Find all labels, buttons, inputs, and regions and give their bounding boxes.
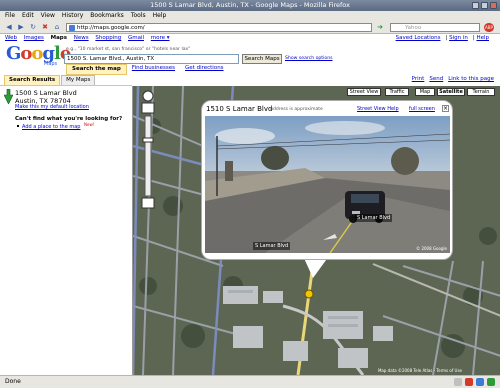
menu-tools[interactable]: Tools [131, 11, 146, 21]
google-top-bar: Web Images Maps News Shopping Gmail more… [0, 34, 500, 43]
link-help[interactable]: Help [476, 35, 489, 41]
map-type-satellite-button[interactable]: Satellite [437, 88, 465, 96]
reload-icon[interactable]: ↻ [28, 23, 38, 32]
add-place-link[interactable]: Add a place to the map [22, 124, 80, 130]
street-view-help-link[interactable]: Street View Help [357, 106, 399, 112]
link-shopping[interactable]: Shopping [95, 35, 121, 41]
tab-find-businesses[interactable]: Find businesses [127, 64, 180, 75]
security-icon[interactable] [487, 378, 495, 386]
satellite-map[interactable]: Street View Traffic Map Satellite Terrai… [132, 86, 500, 375]
home-icon[interactable]: ⌂ [52, 23, 62, 32]
status-icons [454, 378, 495, 386]
logo-subtitle: Maps [44, 61, 58, 67]
bubble-close-icon[interactable]: × [442, 105, 449, 112]
menu-bar: File Edit View History Bookmarks Tools H… [0, 11, 500, 21]
addon-icon[interactable] [454, 378, 462, 386]
zoom-control[interactable] [140, 90, 156, 210]
window-title: 1500 S Lamar Blvd, Austin, TX - Google M… [150, 1, 350, 9]
window-titlebar: 1500 S Lamar Blvd, Austin, TX - Google M… [0, 0, 500, 11]
link-maps: Maps [50, 35, 67, 41]
search-options-link[interactable]: Show search options [285, 56, 333, 61]
green-arrow-marker-icon[interactable] [4, 89, 13, 104]
account-links: Saved Locations | Sign in | Help [395, 35, 489, 41]
abp-icon[interactable]: ABP [484, 23, 494, 32]
cant-find-heading: Can't find what you're looking for? [15, 116, 123, 122]
search-mode-tabs: Search the map Find businesses Get direc… [66, 64, 229, 75]
google-maps-logo[interactable]: Google [6, 44, 71, 64]
forward-icon[interactable]: ▶ [16, 23, 26, 32]
go-icon[interactable]: ➜ [375, 23, 385, 32]
result-address-line1[interactable]: 1500 S Lamar Blvd [15, 89, 77, 97]
menu-bookmarks[interactable]: Bookmarks [90, 11, 124, 21]
extension-icon[interactable] [476, 378, 484, 386]
print-link[interactable]: Print [412, 76, 425, 82]
search-maps-button[interactable]: Search Maps [242, 54, 282, 64]
link-saved-locations[interactable]: Saved Locations [396, 35, 441, 41]
web-search-input[interactable]: Yahoo [390, 23, 480, 32]
menu-view[interactable]: View [41, 11, 55, 21]
status-text: Done [5, 378, 21, 385]
link-to-page[interactable]: Link to this page [448, 76, 494, 82]
map-copyright: Map data ©2008 Tele Atlas - Terms of Use [377, 368, 462, 373]
search-example-hint: e.g., "10 market st, san francisco" or "… [66, 47, 191, 52]
traffic-button[interactable]: Traffic [385, 88, 409, 96]
bullet [17, 125, 19, 127]
minimize-button[interactable] [472, 2, 479, 9]
adblock-icon[interactable] [465, 378, 473, 386]
menu-history[interactable]: History [62, 11, 83, 21]
street-view-panorama[interactable]: S Lamar Blvd S Lamar Blvd © 2008 Google [205, 116, 450, 253]
map-type-map-button[interactable]: Map [415, 88, 435, 96]
menu-edit[interactable]: Edit [22, 11, 34, 21]
map-type-terrain-button[interactable]: Terrain [467, 88, 495, 96]
search-placeholder: Yahoo [405, 25, 422, 31]
make-default-location-link[interactable]: Make this my default location [15, 104, 89, 110]
url-bar[interactable]: http://maps.google.com/ [66, 23, 372, 32]
map-tools: Print Send Link to this page [412, 76, 494, 82]
street-view-copyright: © 2008 Google [416, 246, 447, 251]
link-images[interactable]: Images [24, 35, 44, 41]
window-controls [472, 2, 497, 9]
street-view-image [205, 116, 450, 253]
bubble-subtitle: Address is approximate [270, 107, 323, 112]
status-bar: Done [0, 375, 500, 388]
tab-get-directions[interactable]: Get directions [180, 64, 229, 75]
link-sign-in[interactable]: Sign in [449, 35, 468, 41]
street-label-right: S Lamar Blvd [355, 214, 393, 222]
link-web[interactable]: Web [5, 35, 17, 41]
maximize-button[interactable] [481, 2, 488, 9]
new-badge: New! [84, 122, 95, 127]
send-link[interactable]: Send [429, 76, 443, 82]
info-bubble: 1510 S Lamar Blvd Address is approximate… [201, 100, 453, 260]
street-view-button[interactable]: Street View [347, 88, 381, 96]
back-icon[interactable]: ◀ [4, 23, 14, 32]
navigation-toolbar: ◀ ▶ ↻ ✖ ⌂ http://maps.google.com/ ➜ Yaho… [0, 21, 500, 34]
link-gmail[interactable]: Gmail [128, 35, 144, 41]
tab-search-the-map[interactable]: Search the map [66, 64, 127, 75]
close-button[interactable] [490, 2, 497, 9]
map-search-input[interactable]: 1500 S. Lamar Blvd., Austin, TX [64, 54, 239, 64]
street-label-left: S Lamar Blvd [253, 242, 291, 250]
full-screen-link[interactable]: full screen [409, 106, 435, 112]
url-text: http://maps.google.com/ [77, 25, 145, 31]
menu-file[interactable]: File [5, 11, 15, 21]
link-more[interactable]: more ▾ [151, 35, 170, 41]
menu-help[interactable]: Help [153, 11, 167, 21]
stop-icon[interactable]: ✖ [40, 23, 50, 32]
link-news[interactable]: News [74, 35, 89, 41]
bubble-title: 1510 S Lamar Blvd [206, 105, 273, 113]
favicon-icon [69, 25, 75, 31]
